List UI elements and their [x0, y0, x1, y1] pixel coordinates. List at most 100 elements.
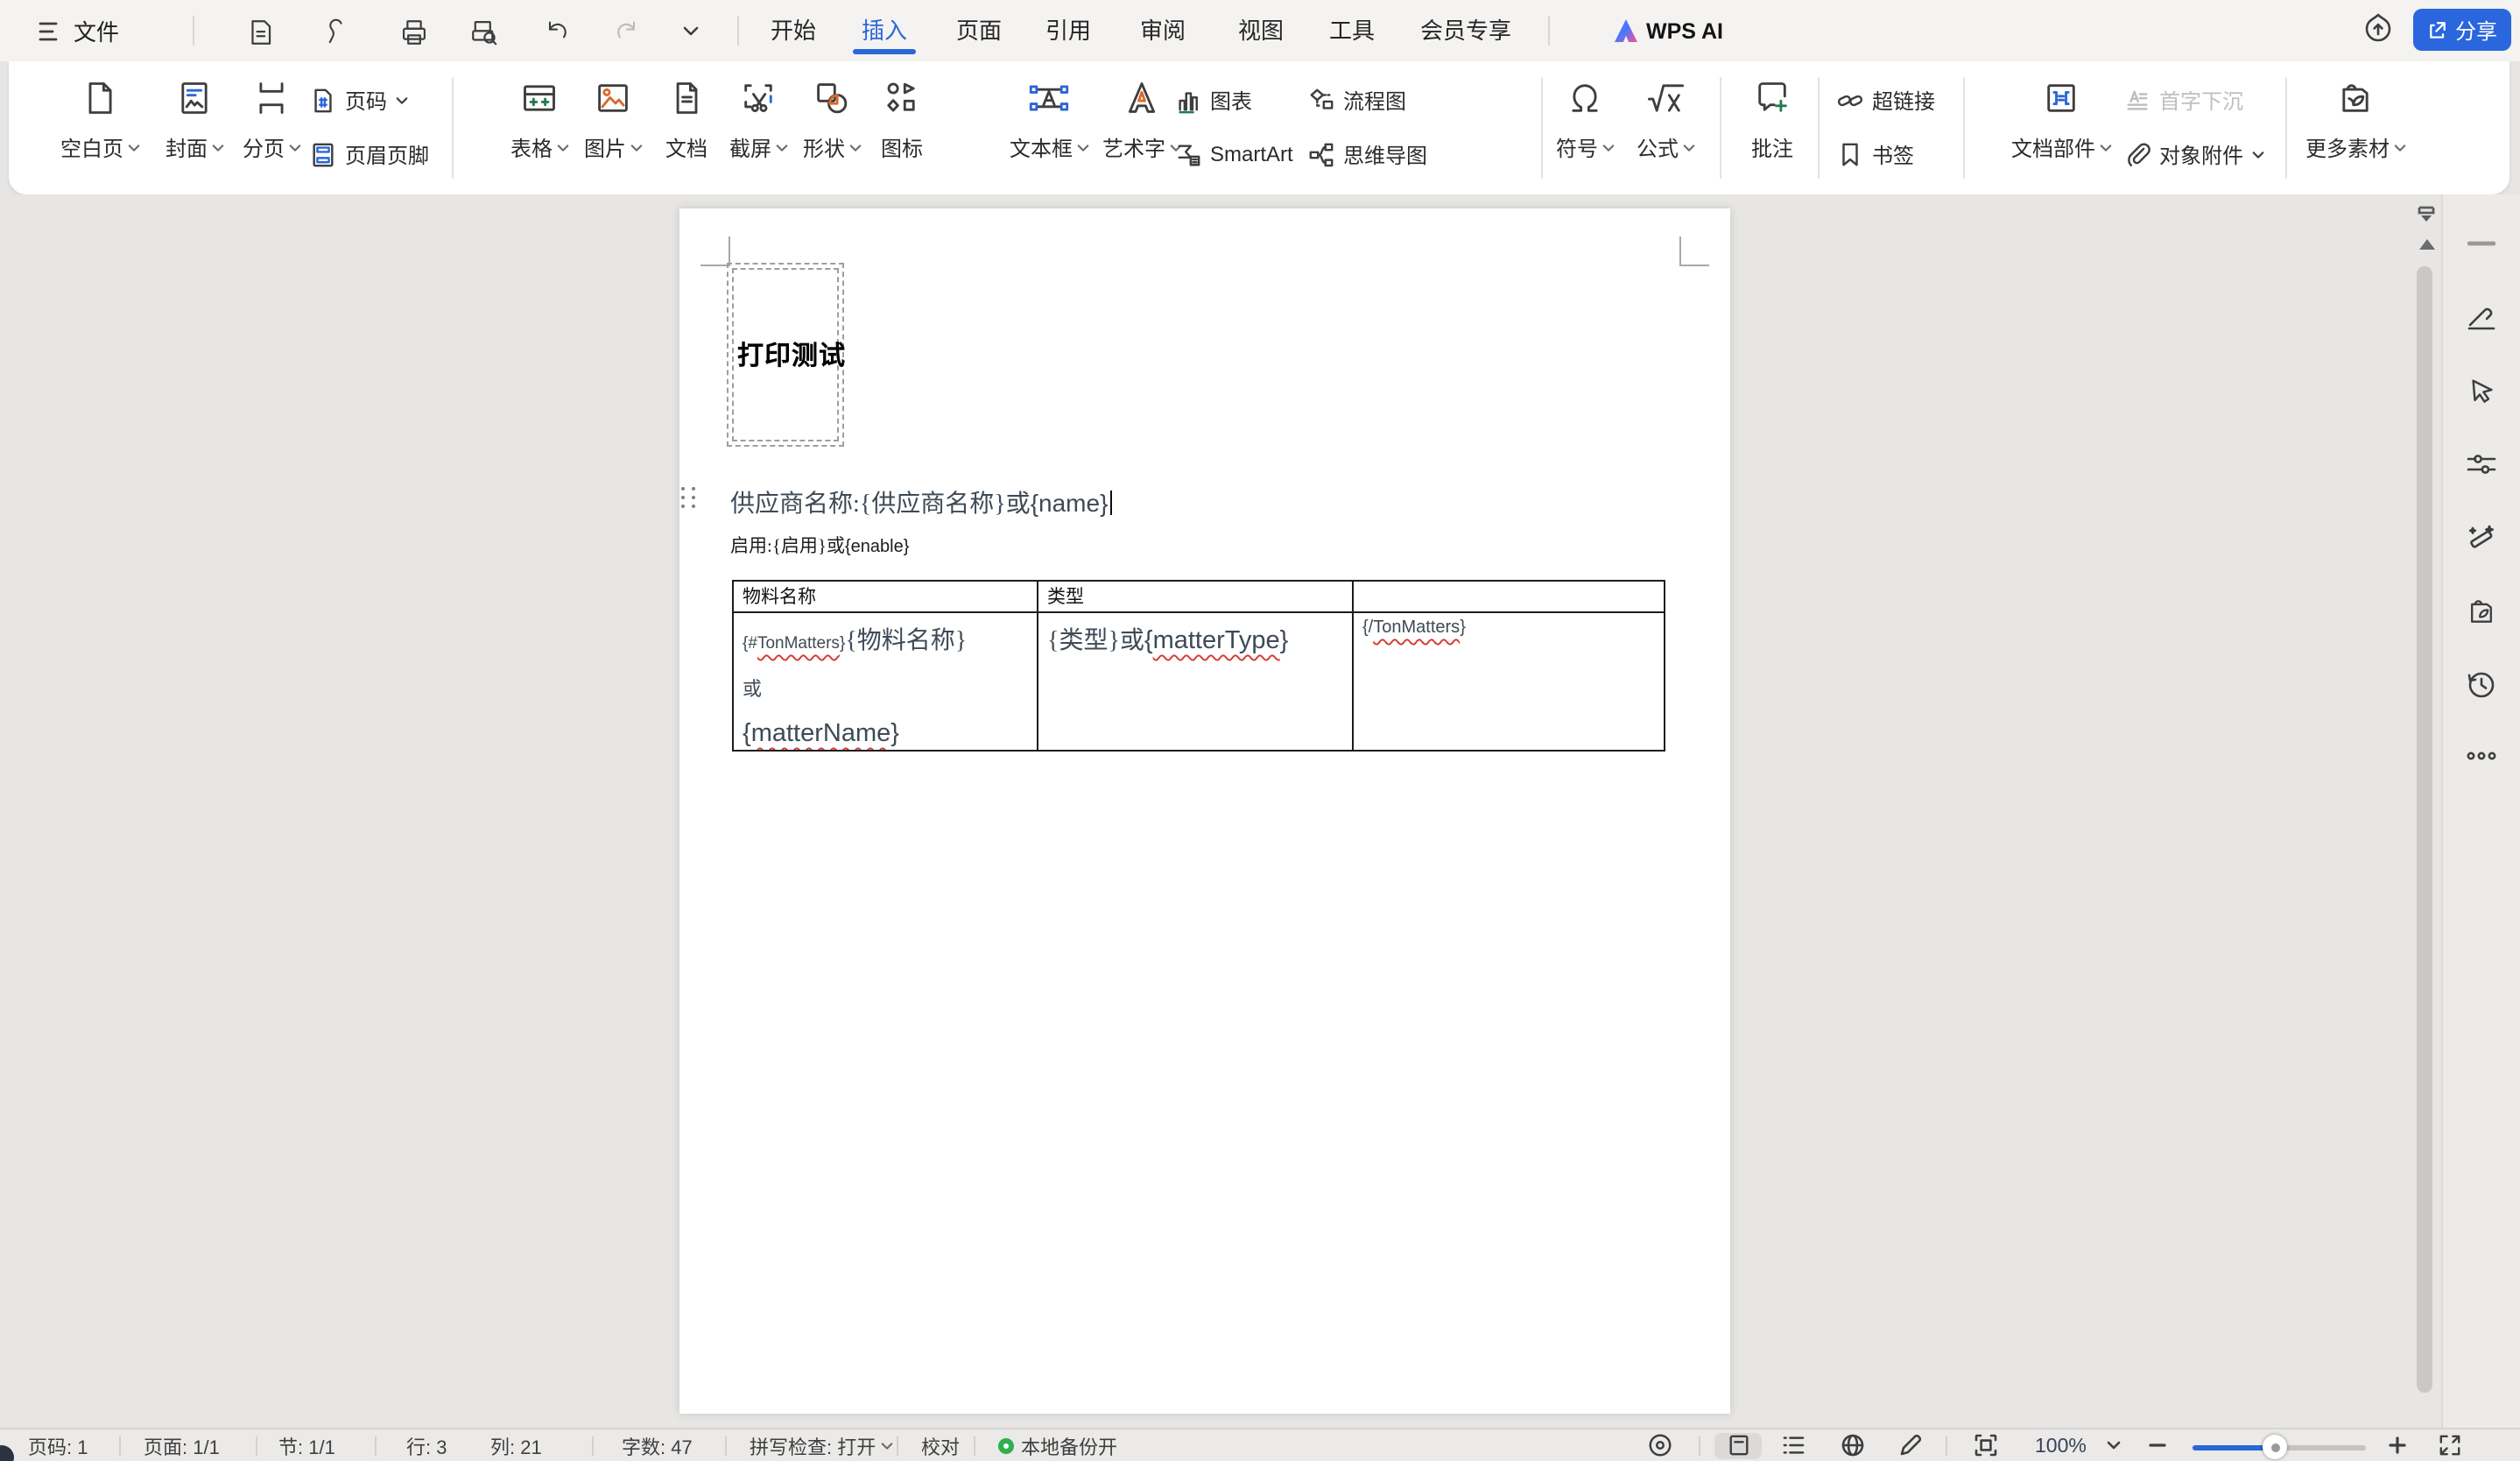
zoom-in-button[interactable]: [2388, 1436, 2407, 1455]
scrollbar-thumb[interactable]: [2417, 266, 2432, 1393]
history-icon[interactable]: [2464, 667, 2499, 702]
insert-table-button[interactable]: 表格: [501, 74, 578, 163]
tab-membership[interactable]: 会员专享: [1420, 0, 1511, 58]
drop-cap-button[interactable]: 首字下沉: [2124, 81, 2243, 119]
more-assets-button[interactable]: 更多素材: [2294, 74, 2417, 163]
status-word-count[interactable]: 字数: 47: [622, 1429, 693, 1461]
zoom-percentage[interactable]: 100%: [2035, 1429, 2087, 1461]
page-number-button[interactable]: 页码: [310, 81, 408, 119]
fit-page-button[interactable]: [1974, 1433, 1998, 1457]
tab-reference[interactable]: 引用: [1045, 0, 1091, 58]
chart-button[interactable]: 图表: [1175, 81, 1252, 119]
zoom-slider-thumb[interactable]: [2263, 1435, 2287, 1459]
scroll-nav-icon[interactable]: [2415, 205, 2438, 224]
cell-type[interactable]: {类型}或{matterType}: [1038, 612, 1353, 751]
textbox-button[interactable]: 文本框: [1000, 74, 1098, 163]
header-cell-type[interactable]: 类型: [1038, 581, 1353, 612]
title-textbox[interactable]: 打印测试: [727, 263, 844, 447]
document-canvas[interactable]: 打印测试 供应商名称:{供应商名称}或{name} 启用:{启用}或{enabl…: [0, 194, 2441, 1428]
hyperlink-icon: [1837, 87, 1863, 113]
redo-button[interactable]: [609, 14, 644, 49]
print-preview-button[interactable]: [466, 14, 501, 49]
share-button[interactable]: 分享: [2413, 9, 2511, 51]
collapse-dash-icon[interactable]: [2464, 226, 2499, 261]
tab-tools[interactable]: 工具: [1329, 0, 1375, 58]
shapes-button[interactable]: 形状: [793, 74, 870, 163]
reading-mode-icon[interactable]: [1647, 1432, 1673, 1458]
screenshot-button[interactable]: 截屏: [720, 74, 797, 163]
page-view-button[interactable]: [1728, 1434, 1750, 1457]
smartart-button[interactable]: SmartArt: [1175, 135, 1293, 173]
ink-pen-button[interactable]: [1898, 1433, 1923, 1457]
quick-access-dropdown[interactable]: [672, 14, 707, 49]
status-section[interactable]: 节: 1/1: [278, 1429, 335, 1461]
paperclip-icon: [2124, 141, 2150, 167]
status-spellcheck[interactable]: 拼写检查: 打开: [750, 1429, 893, 1461]
status-page-number[interactable]: 页码: 1: [28, 1429, 88, 1461]
header-cell-empty[interactable]: [1353, 581, 1665, 612]
mindmap-icon: [1308, 141, 1334, 167]
blank-page-button[interactable]: 空白页: [51, 74, 149, 163]
fullscreen-button[interactable]: [2439, 1434, 2461, 1457]
hyperlink-button[interactable]: 超链接: [1837, 81, 1935, 119]
insert-document-button[interactable]: 文档: [655, 74, 718, 163]
settings-sliders-icon[interactable]: [2464, 447, 2499, 482]
file-menu[interactable]: 文件: [74, 0, 119, 61]
magic-wand-icon[interactable]: [2464, 520, 2499, 555]
format-painter-button[interactable]: [319, 14, 354, 49]
scroll-up-arrow[interactable]: [2418, 238, 2435, 251]
icons-button[interactable]: 图标: [870, 74, 933, 163]
main-menu-button[interactable]: [39, 0, 63, 61]
status-page[interactable]: 页面: 1/1: [144, 1429, 220, 1461]
document-page[interactable]: 打印测试 供应商名称:{供应商名称}或{name} 启用:{启用}或{enabl…: [679, 208, 1730, 1414]
pen-edit-icon[interactable]: [2464, 300, 2499, 335]
insert-ribbon: 空白页 封面 分页 页码 页眉页脚 表格 图片: [9, 61, 2509, 194]
cover-page-button[interactable]: 封面: [156, 74, 233, 163]
status-proofread[interactable]: 校对: [921, 1429, 960, 1461]
print-button[interactable]: [396, 14, 431, 49]
icons-icon: [883, 79, 921, 117]
upload-cloud-button[interactable]: [2361, 11, 2396, 46]
paragraph-drag-handle[interactable]: [681, 487, 696, 508]
enable-line[interactable]: 启用:{启用}或{enable}: [730, 533, 909, 559]
page-break-button[interactable]: 分页: [233, 74, 310, 163]
vertical-scrollbar[interactable]: [2411, 194, 2441, 1428]
doc-parts-button[interactable]: 文档部件: [2005, 74, 2117, 163]
top-menu-bar: 文件 开始 插入 页面 引用 审阅 视图 工具 会员专享 WPS AI 分享: [0, 0, 2520, 61]
outline-view-button[interactable]: [1781, 1434, 1806, 1457]
assets-icon[interactable]: [2464, 594, 2499, 629]
table-icon: [520, 79, 559, 117]
zoom-out-button[interactable]: [2148, 1436, 2167, 1455]
status-column[interactable]: 列: 21: [490, 1429, 542, 1461]
save-button[interactable]: [242, 14, 277, 49]
mindmap-button[interactable]: 思维导图: [1308, 135, 1427, 173]
document-table[interactable]: 物料名称 类型 {#TonMatters}{物料名称} 或 {matterNam…: [732, 580, 1665, 752]
chevron-down-icon: [682, 26, 698, 37]
insert-picture-button[interactable]: 图片: [574, 74, 651, 163]
comment-button[interactable]: 批注: [1741, 74, 1804, 163]
web-view-button[interactable]: [1841, 1433, 1865, 1457]
zoom-dropdown[interactable]: [2107, 1441, 2121, 1450]
chart-icon: [1175, 87, 1201, 113]
status-local-backup[interactable]: 本地备份开: [998, 1429, 1117, 1461]
tab-home[interactable]: 开始: [771, 0, 816, 58]
undo-button[interactable]: [539, 14, 574, 49]
more-options-icon[interactable]: [2464, 738, 2499, 773]
bookmark-button[interactable]: 书签: [1837, 135, 1914, 173]
header-cell-material[interactable]: 物料名称: [733, 581, 1038, 612]
flowchart-button[interactable]: 流程图: [1308, 81, 1406, 119]
cell-material[interactable]: {#TonMatters}{物料名称} 或 {matterName}: [733, 612, 1038, 751]
formula-button[interactable]: 公式: [1627, 74, 1704, 163]
tab-view[interactable]: 视图: [1238, 0, 1284, 58]
object-attachment-button[interactable]: 对象附件: [2124, 135, 2264, 173]
tab-page[interactable]: 页面: [956, 0, 1002, 58]
tab-review[interactable]: 审阅: [1140, 0, 1186, 58]
select-cursor-icon[interactable]: [2464, 373, 2499, 408]
ribbon-divider: [1720, 77, 1721, 179]
supplier-line[interactable]: 供应商名称:{供应商名称}或{name}: [730, 485, 1112, 520]
symbol-button[interactable]: 符号: [1546, 74, 1623, 163]
cell-closing-tag[interactable]: {/TonMatters}: [1353, 612, 1665, 751]
status-line[interactable]: 行: 3: [406, 1429, 447, 1461]
wps-ai-button[interactable]: WPS AI: [1615, 0, 1723, 61]
header-footer-button[interactable]: 页眉页脚: [310, 135, 429, 173]
